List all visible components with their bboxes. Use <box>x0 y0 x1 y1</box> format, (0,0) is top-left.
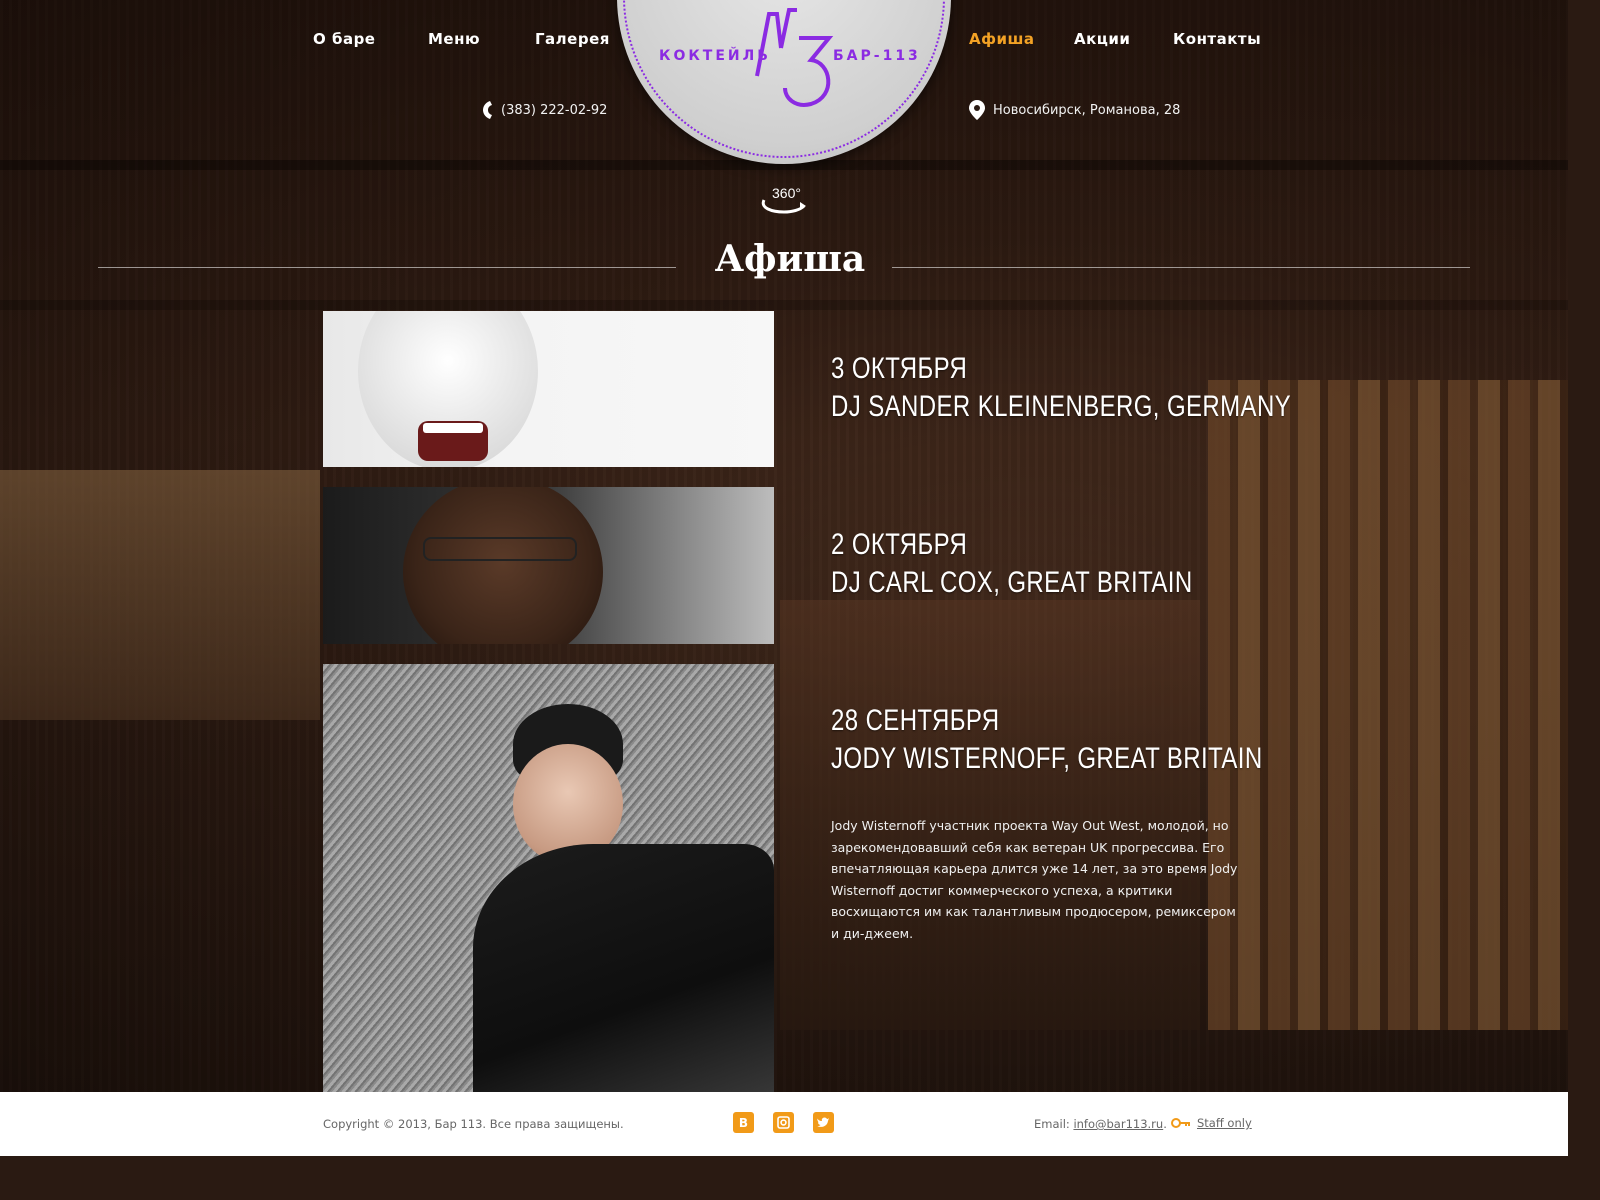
event-description: Jody Wisternoff участник проекта Way Out… <box>831 818 1238 941</box>
instagram-icon[interactable] <box>773 1112 794 1133</box>
phone-icon <box>483 101 492 119</box>
phone-number: (383) 222-02-92 <box>501 102 608 118</box>
phone-contact: (383) 222-02-92 <box>481 100 607 120</box>
event-photo-jody-wisternoff[interactable] <box>323 664 774 1092</box>
event-date: 28 СЕНТЯБРЯ <box>831 704 1000 737</box>
event-date: 2 ОКТЯБРЯ <box>831 528 968 561</box>
location-pin-icon <box>969 100 985 120</box>
staff-only[interactable]: Staff only <box>1171 1116 1252 1130</box>
event-title[interactable]: JODY WISTERNOFF, GREAT BRITAIN <box>831 742 1263 776</box>
email-contact: Email: info@bar113.ru. <box>1034 1117 1167 1131</box>
logo-113-mark[interactable] <box>755 8 835 112</box>
nav-item-promos[interactable]: Акции <box>1074 30 1130 48</box>
address-text: Новосибирск, Романова, 28 <box>993 102 1181 118</box>
event-title[interactable]: DJ CARL COX, GREAT BRITAIN <box>831 566 1193 600</box>
panorama-360-button[interactable]: 360° <box>760 182 808 220</box>
email-suffix: . <box>1163 1117 1167 1131</box>
nav-item-contacts[interactable]: Контакты <box>1173 30 1261 48</box>
key-icon <box>1171 1118 1190 1128</box>
address-contact: Новосибирск, Романова, 28 <box>969 100 1180 120</box>
event-photo-sander-kleinenberg[interactable] <box>323 311 774 467</box>
twitter-icon[interactable] <box>813 1112 834 1133</box>
logo-text-right: БАР-113 <box>833 48 921 64</box>
nav-item-about[interactable]: О баре <box>313 30 375 48</box>
nav-item-menu[interactable]: Меню <box>428 30 480 48</box>
email-link[interactable]: info@bar113.ru <box>1073 1117 1163 1131</box>
event-title[interactable]: DJ SANDER KLEINENBERG, GERMANY <box>831 390 1291 424</box>
event-photo-carl-cox[interactable] <box>323 487 774 644</box>
staff-only-link[interactable]: Staff only <box>1197 1116 1252 1130</box>
heading-rule-right <box>892 267 1470 268</box>
panorama-360-icon: 360° <box>761 185 806 214</box>
vk-icon[interactable]: В <box>733 1112 754 1133</box>
nav-item-gallery[interactable]: Галерея <box>535 30 610 48</box>
heading-rule-left <box>98 267 676 268</box>
panorama-label: 360° <box>772 185 801 201</box>
nav-item-afisha[interactable]: Афиша <box>969 30 1035 48</box>
section-title: Афиша <box>714 238 866 280</box>
copyright-text: Copyright © 2013, Бар 113. Все права защ… <box>323 1117 624 1131</box>
footer: Copyright © 2013, Бар 113. Все права защ… <box>0 1092 1568 1156</box>
event-date: 3 ОКТЯБРЯ <box>831 352 968 385</box>
email-label: Email: <box>1034 1117 1074 1131</box>
